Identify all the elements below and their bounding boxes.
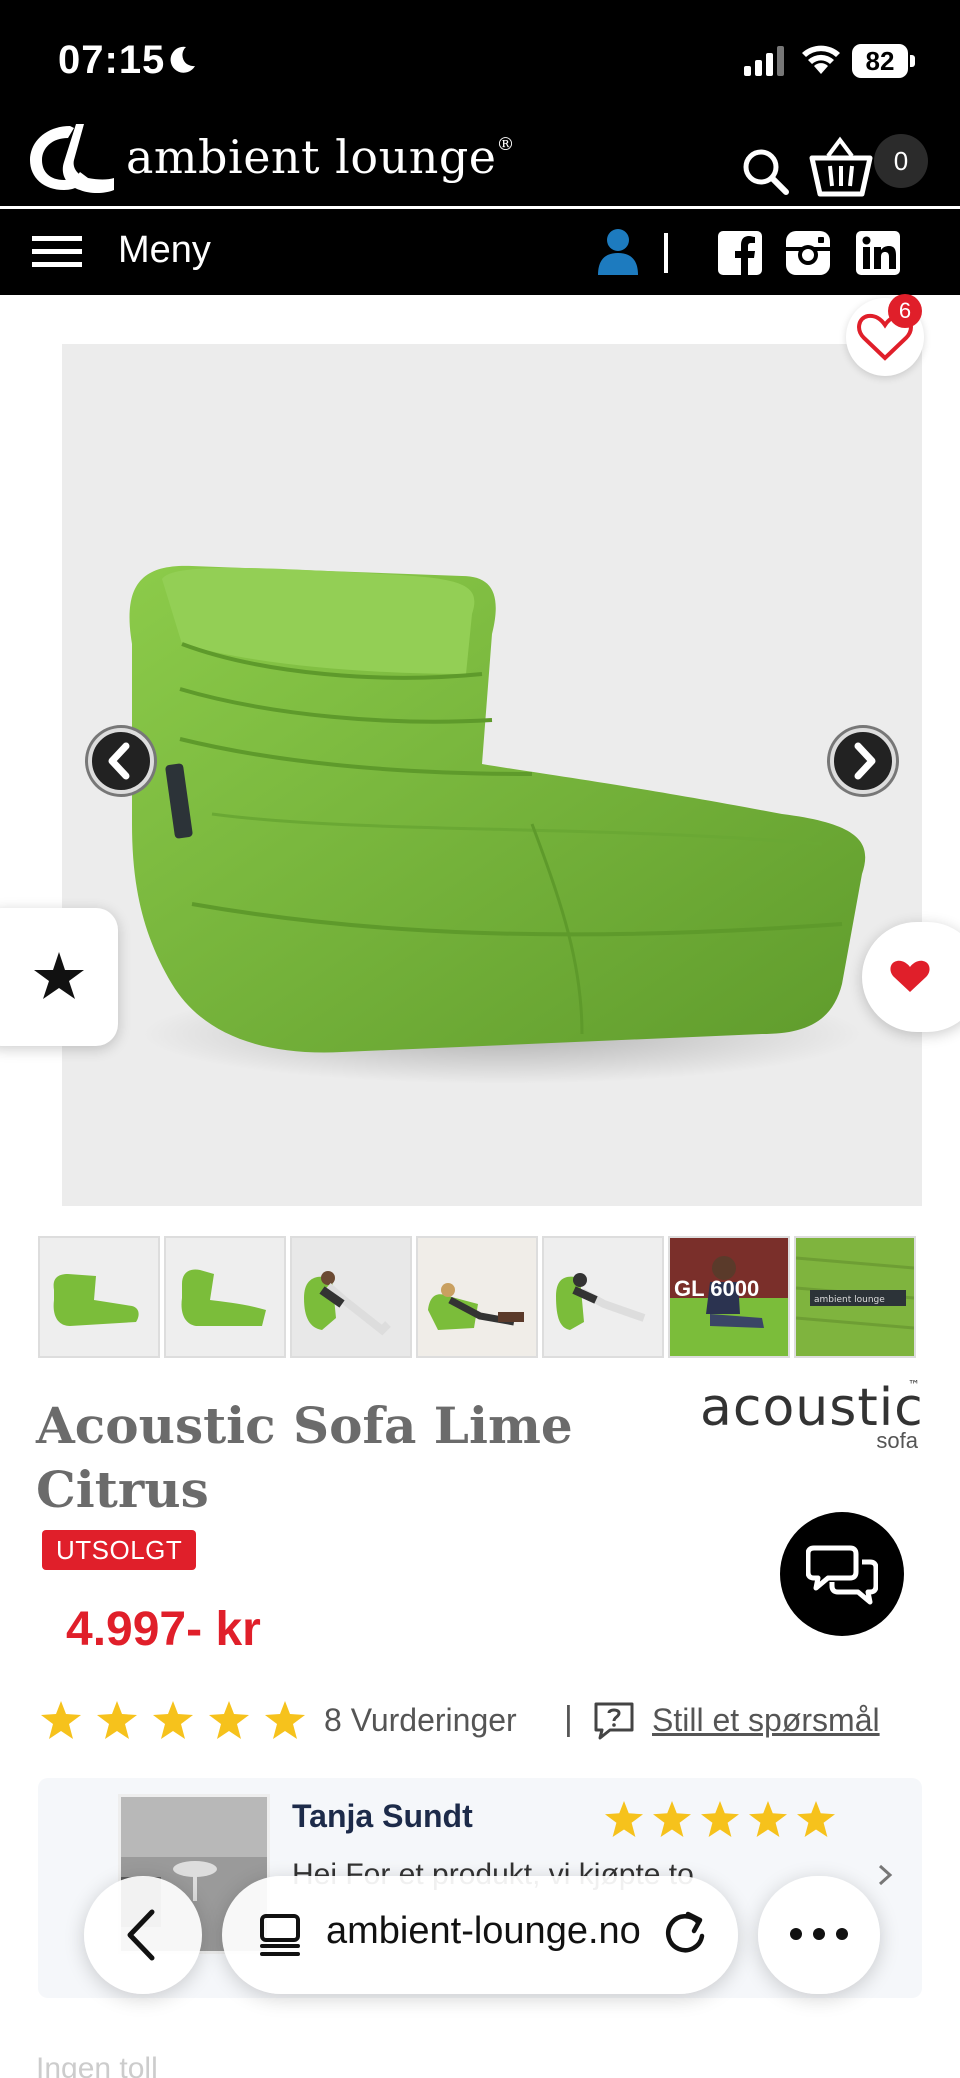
menu-button[interactable]: Meny (118, 229, 211, 272)
thumbnail[interactable] (542, 1236, 664, 1358)
more-dots-icon (790, 1928, 848, 1940)
question-bubble-icon[interactable] (592, 1700, 636, 1742)
chevron-right-icon (854, 742, 876, 780)
reviews-tab[interactable] (0, 908, 118, 1046)
signal-icon (744, 46, 784, 76)
star-icon (209, 1701, 249, 1739)
chat-bubbles-icon (806, 1545, 878, 1605)
status-bar: 07:15 82 (0, 0, 960, 120)
nav-separator (664, 233, 668, 273)
status-time: 07:15 (58, 38, 166, 82)
bean-bag-sofa-image (129, 565, 866, 1084)
gallery-next-button[interactable] (830, 728, 896, 794)
browser-more-button[interactable] (758, 1876, 880, 1994)
reviewer-name: Tanja Sundt (292, 1798, 473, 1834)
footer-hint: Ingen toll (36, 2052, 158, 2078)
battery-level: 82 (852, 44, 908, 78)
facebook-icon[interactable] (718, 231, 762, 275)
wishlist-count-badge: 6 (888, 294, 922, 328)
thumbnail-strip: GL 6000 ambient lounge (38, 1236, 922, 1358)
search-icon[interactable] (740, 146, 790, 196)
product-title: Acoustic Sofa Lime Citrus (36, 1396, 573, 1519)
browser-back-button[interactable] (84, 1876, 202, 1994)
sold-out-badge: UTSOLGT (42, 1530, 197, 1570)
thumbnail[interactable] (38, 1236, 160, 1358)
reviews-count-link[interactable]: 8 Vurderinger (324, 1702, 517, 1739)
star-icon (797, 1800, 835, 1838)
collection-logo: acoustic ™ sofa (700, 1378, 923, 1458)
star-icon (605, 1800, 643, 1838)
url-text[interactable]: ambient-lounge.no (326, 1910, 641, 1953)
star-icon (41, 1701, 81, 1739)
star-icon (653, 1800, 691, 1838)
product-main-image[interactable] (62, 344, 922, 1206)
star-icon (153, 1701, 193, 1739)
user-icon[interactable] (596, 227, 640, 275)
heart-icon (890, 960, 930, 992)
chevron-left-icon (108, 742, 130, 780)
thumbnail-label-text: ambient lounge (814, 1295, 885, 1305)
star-icon (265, 1701, 305, 1739)
thumbnail[interactable]: ambient lounge (794, 1236, 916, 1358)
collection-logo-sub: sofa (876, 1428, 918, 1453)
reload-icon[interactable] (660, 1910, 710, 1960)
moon-icon (170, 46, 195, 73)
brand-logo-icon[interactable] (24, 120, 118, 194)
tabs-icon[interactable] (258, 1912, 304, 1958)
basket-icon[interactable] (808, 136, 874, 198)
chat-button[interactable] (780, 1512, 904, 1636)
battery-icon: 82 (852, 44, 916, 78)
nav-bar: Meny (0, 209, 960, 295)
linkedin-icon[interactable] (856, 231, 900, 275)
thumbnail[interactable] (416, 1236, 538, 1358)
address-bar[interactable]: ambient-lounge.no (222, 1876, 738, 1994)
wishlist-tab[interactable] (862, 922, 960, 1032)
thumbnail-overlay-text: GL 6000 (674, 1276, 759, 1301)
thumbnail[interactable] (164, 1236, 286, 1358)
wifi-icon (802, 45, 840, 74)
hamburger-icon[interactable] (32, 236, 82, 268)
thumbnail[interactable]: GL 6000 (668, 1236, 790, 1358)
product-price: 4.997- kr (66, 1603, 261, 1656)
chevron-left-icon (127, 1909, 155, 1961)
gallery-prev-button[interactable] (88, 728, 154, 794)
brand-name[interactable]: ambient lounge® (126, 130, 515, 184)
star-icon (97, 1701, 137, 1739)
collection-logo-tm: ™ (908, 1378, 920, 1392)
site-header: ambient lounge® 0 (0, 120, 960, 208)
rating-row: 8 Vurderinger | Still et spørsmål (40, 1694, 920, 1750)
ask-question-link[interactable]: Still et spørsmål (652, 1702, 880, 1739)
instagram-icon[interactable] (786, 231, 830, 275)
star-icon (701, 1800, 739, 1838)
star-icon (34, 952, 84, 999)
chevron-right-icon[interactable] (874, 1860, 896, 1890)
rating-separator: | (564, 1700, 573, 1738)
star-icon (749, 1800, 787, 1838)
thumbnail[interactable] (290, 1236, 412, 1358)
cart-count-badge[interactable]: 0 (874, 134, 928, 188)
